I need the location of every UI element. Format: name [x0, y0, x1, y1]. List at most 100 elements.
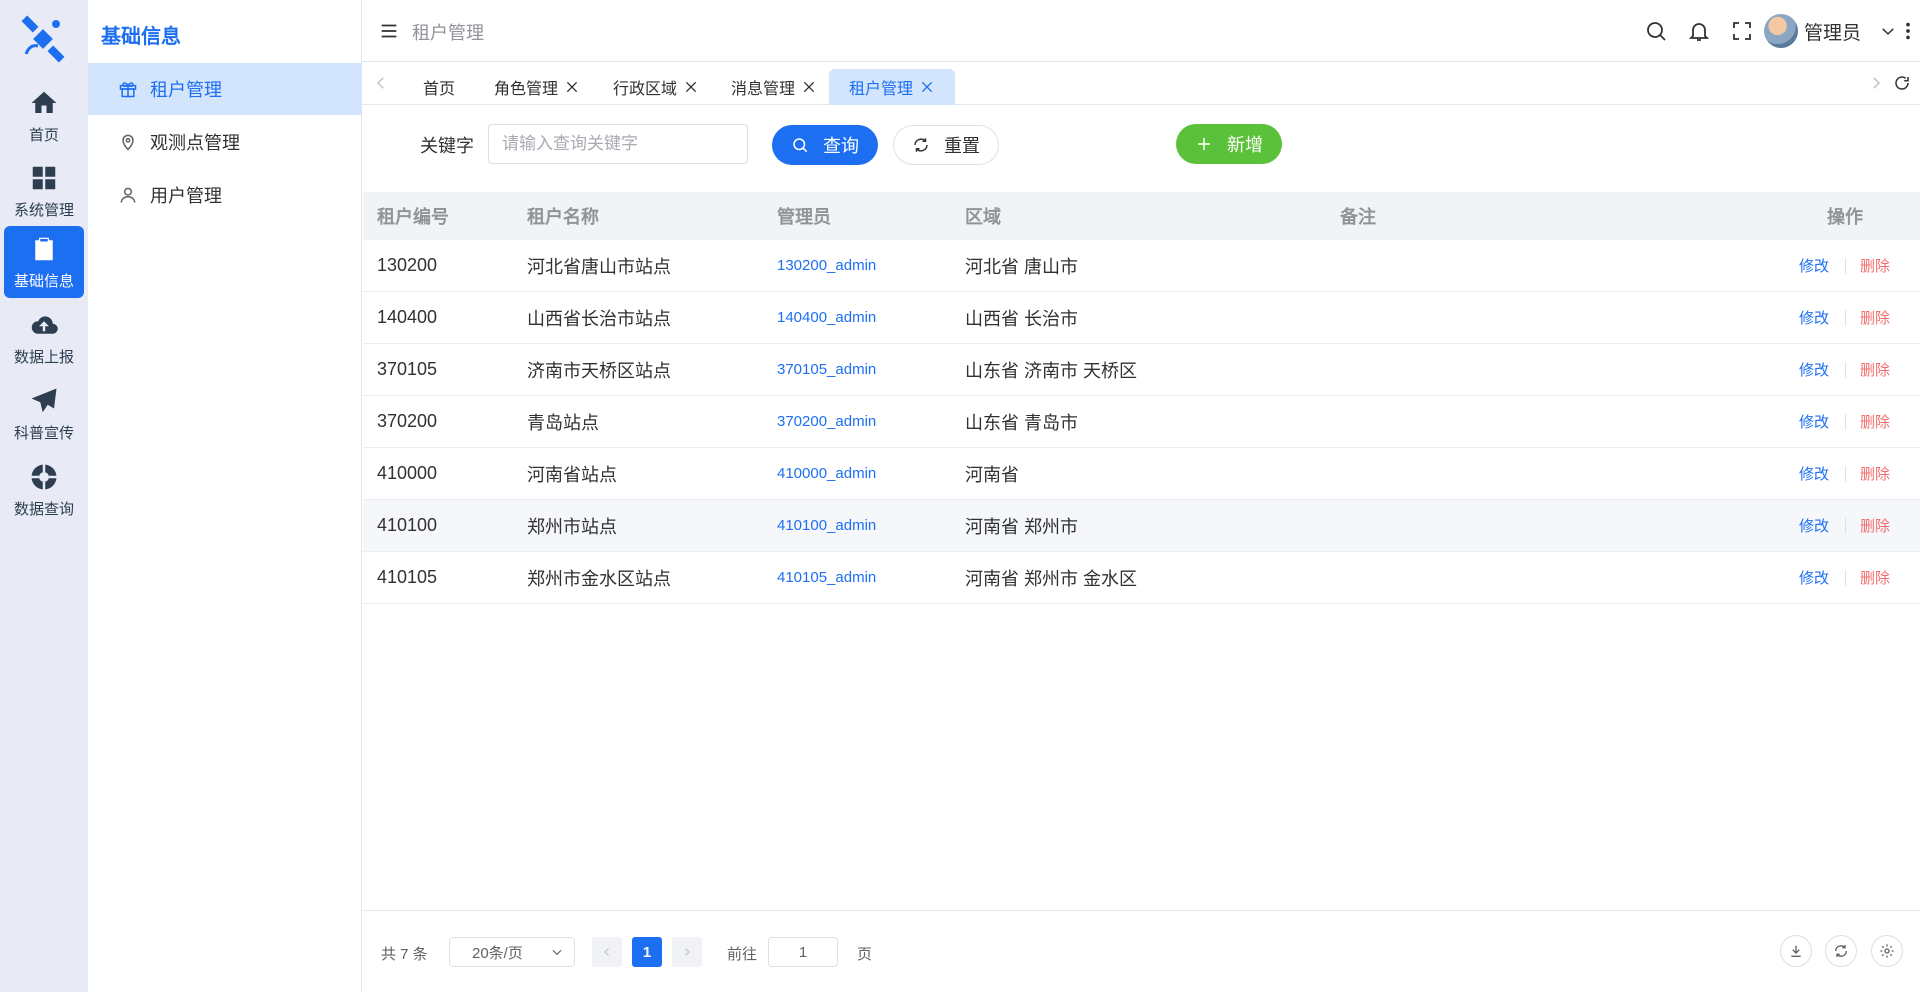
tab-role[interactable]: 角色管理 — [494, 69, 580, 105]
gear-icon — [1880, 944, 1894, 958]
delete-button[interactable]: 删除 — [1860, 307, 1890, 328]
divider — [1845, 517, 1846, 534]
tenant-name: 济南市天桥区站点 — [527, 360, 671, 381]
admin-link[interactable]: 370200_admin — [777, 413, 876, 430]
pagination-footer: 共 7 条 20条/页 1 前往 页 — [363, 910, 1920, 992]
table-row[interactable]: 410000 河南省站点 410000_admin 河南省 修改 删除 — [363, 448, 1920, 500]
tenant-name: 青岛站点 — [527, 412, 599, 433]
settings-button[interactable] — [1871, 935, 1903, 967]
column-header: 区域 — [965, 207, 1001, 227]
delete-button[interactable]: 删除 — [1860, 463, 1890, 484]
bell-icon[interactable] — [1687, 19, 1711, 43]
chevron-down-icon[interactable] — [1879, 22, 1897, 40]
tab-message[interactable]: 消息管理 — [731, 69, 817, 105]
table-row[interactable]: 130200 河北省唐山市站点 130200_admin 河北省 唐山市 修改 … — [363, 240, 1920, 292]
edit-button[interactable]: 修改 — [1799, 515, 1829, 536]
close-icon[interactable] — [801, 79, 817, 95]
fullscreen-icon[interactable] — [1730, 19, 1754, 43]
edit-button[interactable]: 修改 — [1799, 255, 1829, 276]
next-page-button[interactable] — [672, 937, 702, 967]
column-header: 管理员 — [777, 207, 831, 227]
close-icon[interactable] — [683, 79, 699, 95]
edit-button[interactable]: 修改 — [1799, 307, 1829, 328]
tenant-region: 河南省 郑州市 — [965, 516, 1079, 537]
admin-link[interactable]: 410105_admin — [777, 569, 876, 586]
divider — [1845, 413, 1846, 430]
rail-item-home[interactable]: 首页 — [4, 80, 84, 152]
chevron-down-icon — [552, 949, 562, 956]
reset-button[interactable]: 重置 — [893, 125, 999, 165]
add-button[interactable]: 新增 — [1176, 124, 1282, 164]
sidebar-item-observation[interactable]: 观测点管理 — [88, 116, 362, 168]
download-button[interactable] — [1780, 935, 1812, 967]
tabs-bar: 首页 角色管理 行政区域 消息管理 租户管理 — [362, 63, 1920, 105]
table-row[interactable]: 370200 青岛站点 370200_admin 山东省 青岛市 修改 删除 — [363, 396, 1920, 448]
column-header: 租户名称 — [527, 207, 599, 227]
admin-link[interactable]: 370105_admin — [777, 361, 876, 378]
page-size-select[interactable]: 20条/页 — [449, 937, 575, 967]
divider — [1845, 361, 1846, 378]
rail-item-basic-info[interactable]: 基础信息 — [4, 226, 84, 298]
delete-button[interactable]: 删除 — [1860, 411, 1890, 432]
delete-button[interactable]: 删除 — [1860, 567, 1890, 588]
query-button[interactable]: 查询 — [772, 125, 878, 165]
close-icon[interactable] — [564, 79, 580, 95]
delete-button[interactable]: 删除 — [1860, 359, 1890, 380]
sidebar-item-users[interactable]: 用户管理 — [88, 169, 362, 221]
tab-label: 租户管理 — [849, 81, 914, 98]
delete-button[interactable]: 删除 — [1860, 255, 1890, 276]
admin-link[interactable]: 410100_admin — [777, 517, 876, 534]
breadcrumb: 租户管理 — [412, 23, 484, 43]
hamburger-menu-icon[interactable] — [378, 20, 400, 42]
tenant-table: 租户编号 租户名称 管理员 区域 备注 操作 130200 河北省唐山市站点 1… — [363, 192, 1920, 604]
tenant-region: 山西省 长治市 — [965, 308, 1079, 329]
rail-item-label: 基础信息 — [13, 272, 74, 290]
tenant-region: 河南省 郑州市 金水区 — [965, 568, 1138, 589]
admin-link[interactable]: 130200_admin — [777, 257, 876, 274]
edit-button[interactable]: 修改 — [1799, 463, 1829, 484]
rail-item-science-promo[interactable]: 科普宣传 — [4, 378, 84, 450]
refresh-button[interactable] — [1825, 935, 1857, 967]
search-icon[interactable] — [1644, 19, 1668, 43]
tab-tenant[interactable]: 租户管理 — [829, 69, 956, 105]
tenant-code: 130200 — [377, 255, 438, 275]
rail-item-label: 首页 — [28, 126, 59, 144]
user-name[interactable]: 管理员 — [1804, 18, 1861, 45]
keyword-input[interactable] — [488, 124, 748, 164]
column-header: 租户编号 — [377, 207, 449, 227]
tenant-code: 370200 — [377, 411, 438, 431]
tabs-scroll-right-icon[interactable] — [1867, 74, 1885, 92]
page-number-current[interactable]: 1 — [632, 937, 662, 967]
total-count: 共 7 条 — [381, 946, 428, 963]
location-icon — [122, 134, 134, 151]
table-row[interactable]: 370105 济南市天桥区站点 370105_admin 山东省 济南市 天桥区… — [363, 344, 1920, 396]
tab-admin-region[interactable]: 行政区域 — [613, 69, 699, 105]
tenant-name: 郑州市金水区站点 — [527, 568, 671, 589]
more-vertical-icon[interactable] — [1897, 20, 1919, 42]
prev-page-button[interactable] — [592, 937, 622, 967]
table-row[interactable]: 410100 郑州市站点 410100_admin 河南省 郑州市 修改 删除 — [363, 500, 1920, 552]
tabs-scroll-left-icon[interactable] — [372, 74, 390, 92]
close-icon[interactable] — [919, 79, 935, 95]
tab-home[interactable]: 首页 — [423, 69, 455, 105]
sidebar-item-tenant[interactable]: 租户管理 — [88, 63, 362, 115]
cloud-upload-icon — [31, 315, 58, 334]
rail-item-system[interactable]: 系统管理 — [4, 155, 84, 227]
goto-page-input[interactable] — [768, 937, 838, 967]
refresh-icon — [1835, 945, 1847, 957]
divider — [1845, 257, 1846, 274]
avatar[interactable] — [1764, 14, 1798, 48]
tenant-region: 山东省 青岛市 — [965, 412, 1079, 433]
admin-link[interactable]: 410000_admin — [777, 465, 876, 482]
admin-link[interactable]: 140400_admin — [777, 309, 876, 326]
table-row[interactable]: 140400 山西省长治市站点 140400_admin 山西省 长治市 修改 … — [363, 292, 1920, 344]
table-row[interactable]: 410105 郑州市金水区站点 410105_admin 河南省 郑州市 金水区… — [363, 552, 1920, 604]
delete-button[interactable]: 删除 — [1860, 515, 1890, 536]
edit-button[interactable]: 修改 — [1799, 567, 1829, 588]
user-icon — [120, 187, 136, 203]
edit-button[interactable]: 修改 — [1799, 359, 1829, 380]
refresh-icon[interactable] — [1893, 74, 1911, 92]
rail-item-data-report[interactable]: 数据上报 — [4, 302, 84, 374]
edit-button[interactable]: 修改 — [1799, 411, 1829, 432]
rail-item-data-query[interactable]: 数据查询 — [4, 454, 84, 526]
